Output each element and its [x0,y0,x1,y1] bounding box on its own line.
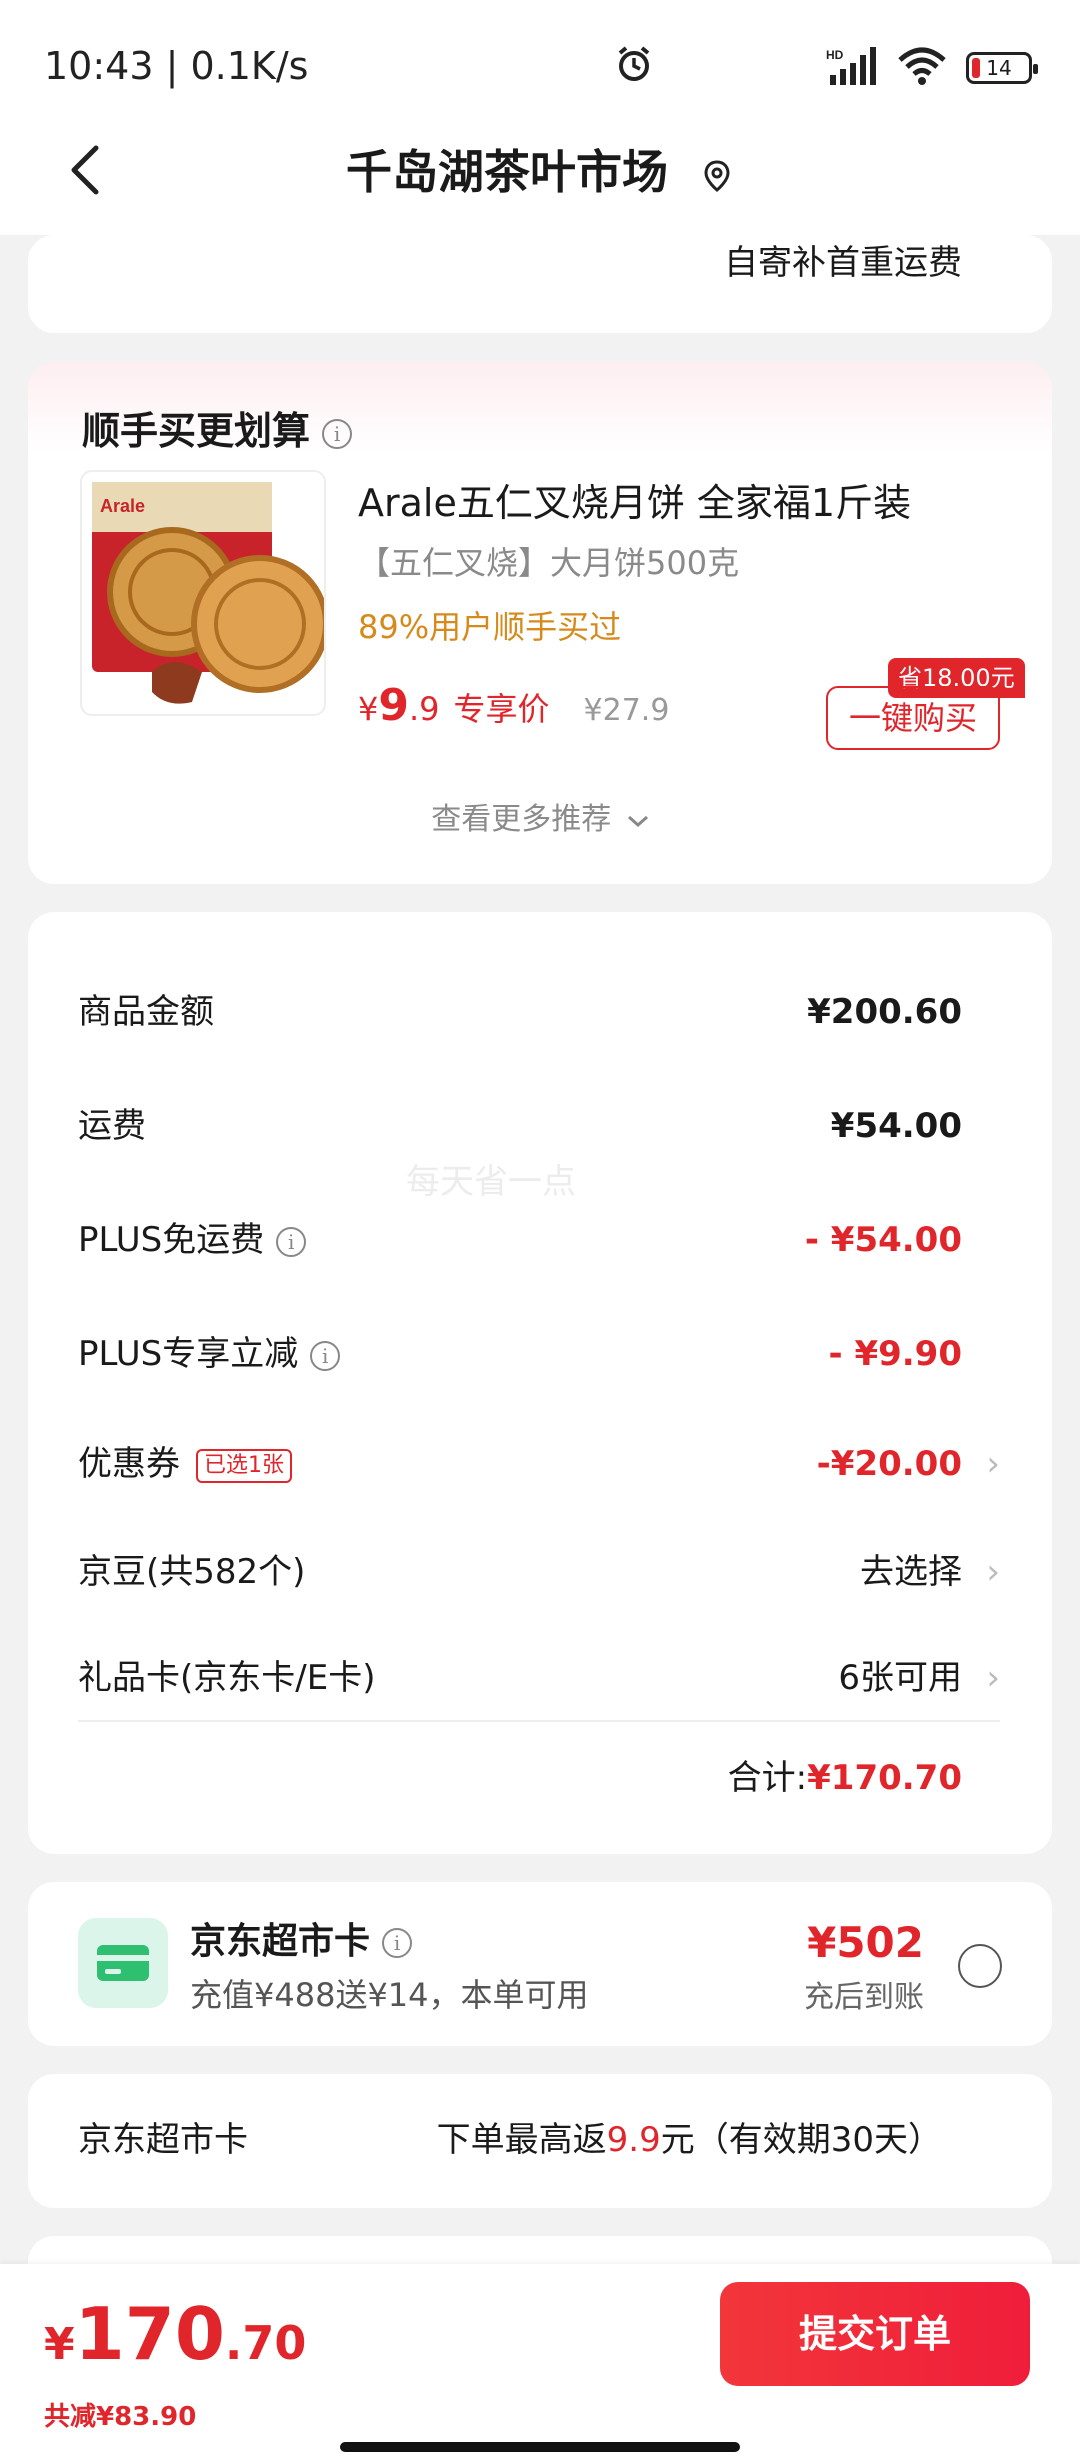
chevron-down-icon [627,815,648,827]
card-icon [78,1918,168,2008]
alarm-icon [614,44,654,88]
row-value: ¥54.00 [830,1106,962,1146]
return-suffix: 元（有效期30天） [660,2120,942,2160]
row-jd-beans[interactable]: 京豆(共582个) 去选择 › [28,1542,1052,1602]
product-buy-ratio: 89%用户顺手买过 [358,608,622,646]
bottom-currency: ¥ [44,2319,75,2370]
product-image[interactable]: Arale [80,470,326,716]
one-click-buy-button[interactable]: 一键购买 [826,686,1000,750]
product-subtitle: 【五仁叉烧】大月饼500克 [358,544,740,582]
recommend-title-text: 顺手买更划算 [82,409,311,453]
original-price: ¥27.9 [583,693,670,728]
return-highlight: 9.9 [606,2120,661,2160]
location-pin-icon[interactable] [700,159,734,193]
coupon-selected-tag: 已选1张 [196,1448,292,1483]
recommend-title: 顺手买更划算 i [82,400,353,455]
product-brand-logo: Arale [100,496,145,516]
row-value: 6张可用 [838,1658,962,1698]
info-icon[interactable]: i [276,1226,307,1257]
info-icon[interactable]: i [310,1340,341,1371]
return-label: 京东超市卡 [78,2120,248,2160]
market-card-sub: 充后到账 [804,1980,924,2015]
price-int: 9 [378,680,409,731]
bottom-price-int: 170 [74,2292,225,2376]
product-price: ¥9.9 专享价 ¥27.9 [358,680,669,731]
row-label: 运费 [78,1106,146,1146]
bottom-total-price: ¥170.70 [44,2292,306,2376]
nav-bar: 千岛湖茶叶市场 [0,110,1080,235]
product-name[interactable]: Arale五仁叉烧月饼 全家福1斤装 [358,472,911,527]
row-value: - ¥9.90 [828,1334,963,1374]
submit-order-button[interactable]: 提交订单 [720,2282,1030,2386]
row-label: 京豆(共582个) [78,1552,306,1592]
return-card: 京东超市卡 下单最高返9.9元（有效期30天） [28,2074,1052,2208]
shipping-card: 自寄补首重运费 [28,235,1052,333]
hd-label: HD [826,48,844,62]
row-value: ¥200.60 [807,992,962,1032]
chevron-right-icon: › [986,1658,1000,1698]
chevron-right-icon: › [986,1444,1000,1484]
price-dec: .9 [408,690,440,728]
row-value: - ¥54.00 [804,1220,962,1260]
watermark: 每天省一点 [406,1162,576,1202]
market-card-price: ¥502 [807,1918,924,1967]
more-recommendations-link[interactable]: 查看更多推荐 [28,794,1052,838]
bottom-bar: ¥170.70 共减¥83.90 提交订单 [0,2264,1080,2460]
row-label: PLUS免运费 i [78,1210,307,1270]
total: 合计:¥170.70 [728,1750,962,1799]
row-label: 商品金额 [78,992,214,1032]
row-shipping: 运费 ¥54.00 [28,1096,1052,1156]
battery-icon: 14 [966,52,1038,84]
row-value: 去选择 [860,1552,962,1592]
home-indicator[interactable] [340,2442,740,2452]
wifi-icon [896,46,948,90]
shipping-note: 自寄补首重运费 [724,243,962,283]
chevron-right-icon: › [986,1552,1000,1592]
row-label-text: PLUS免运费 [78,1220,265,1260]
total-label: 合计: [727,1758,808,1798]
page-title: 千岛湖茶叶市场 [0,136,1080,202]
row-label-text: PLUS专享立减 [78,1334,299,1374]
price-tag: 专享价 [453,690,550,728]
status-icons: HD 14 [618,46,1038,90]
info-icon[interactable]: i [322,418,353,449]
row-coupon[interactable]: 优惠券 已选1张 -¥20.00 › [28,1434,1052,1494]
bottom-price-dec: .70 [224,2316,307,2370]
row-label-text: 优惠券 [78,1444,180,1484]
battery-level: 14 [986,56,1012,80]
row-goods-amount: 商品金额 ¥200.60 [28,982,1052,1042]
market-card-title-text: 京东超市卡 [190,1921,371,1962]
signal-icon: HD [826,47,878,89]
return-prefix: 下单最高返 [436,2120,607,2160]
row-value: -¥20.00 [816,1444,962,1484]
total-value: ¥170.70 [807,1758,962,1798]
row-gift-card[interactable]: 礼品卡(京东卡/E卡) 6张可用 › [28,1648,1052,1708]
recommend-card: 顺手买更划算 i Arale Arale五仁叉烧月饼 全家福1斤装 【五仁叉烧】大… [28,362,1052,884]
market-card-title: 京东超市卡 i [190,1912,413,1964]
info-icon[interactable]: i [382,1928,413,1958]
row-plus-discount: PLUS专享立减 i - ¥9.90 [28,1324,1052,1384]
status-time: 10:43 | 0.1K/s [44,44,309,88]
return-value: 下单最高返9.9元（有效期30天） [437,2112,942,2161]
price-currency: ¥ [358,690,379,728]
market-card-radio[interactable] [958,1944,1002,1988]
row-label: PLUS专享立减 i [78,1324,341,1384]
bottom-reduce: 共减¥83.90 [44,2402,197,2432]
market-card-desc: 充值¥488送¥14，本单可用 [190,1976,589,2014]
divider [78,1720,1000,1722]
page-title-text: 千岛湖茶叶市场 [345,145,668,199]
row-label: 优惠券 已选1张 [78,1434,292,1494]
row-label: 礼品卡(京东卡/E卡) [78,1658,376,1698]
order-summary-card: 每天省一点 商品金额 ¥200.60 运费 ¥54.00 PLUS免运费 i - … [28,912,1052,1854]
row-plus-free-shipping: PLUS免运费 i - ¥54.00 [28,1210,1052,1270]
market-card-offer[interactable]: 京东超市卡 i 充值¥488送¥14，本单可用 ¥502 充后到账 [28,1882,1052,2046]
more-recommendations-label: 查看更多推荐 [431,802,612,837]
